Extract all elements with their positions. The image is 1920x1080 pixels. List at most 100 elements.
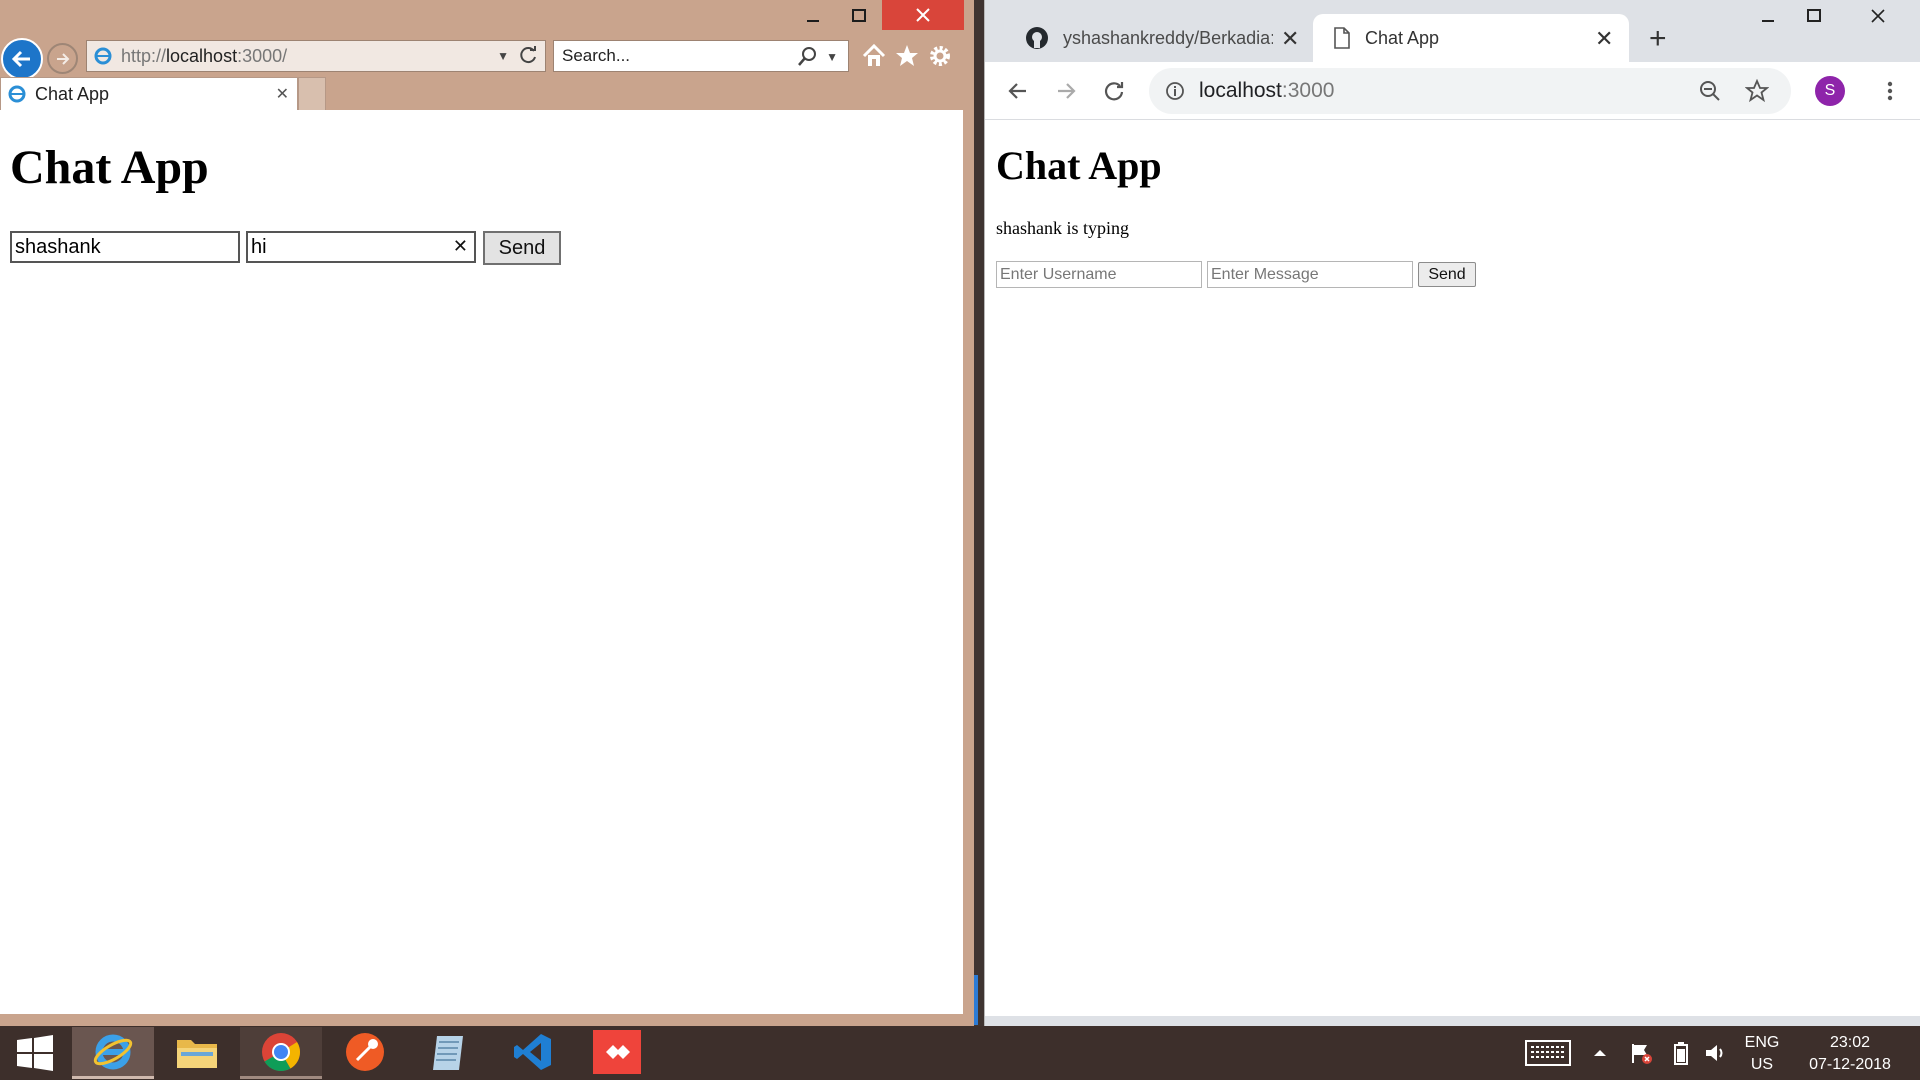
close-icon[interactable]: ✕ xyxy=(1595,26,1613,52)
action-center-button[interactable] xyxy=(1626,1026,1656,1080)
refresh-icon[interactable] xyxy=(517,44,539,66)
chrome-window-border xyxy=(985,1016,1920,1026)
taskbar-chrome[interactable] xyxy=(240,1027,322,1079)
notepad-icon xyxy=(433,1035,463,1070)
taskbar-anydesk[interactable] xyxy=(576,1027,658,1079)
chrome-tab-github[interactable]: yshashankreddy/Berkadia: E xyxy=(1007,14,1289,62)
vscode-icon xyxy=(514,1033,551,1070)
info-icon[interactable] xyxy=(1165,81,1185,101)
language-indicator[interactable]: ENG US xyxy=(1740,1032,1784,1076)
battery-icon xyxy=(1674,1042,1688,1065)
maximize-icon xyxy=(1807,9,1821,22)
message-input[interactable] xyxy=(1207,261,1413,288)
touch-keyboard-button[interactable] xyxy=(1522,1026,1574,1080)
chrome-forward-button[interactable] xyxy=(1051,76,1081,106)
clear-icon[interactable]: ✕ xyxy=(453,236,468,257)
chrome-tab-title: yshashankreddy/Berkadia: E xyxy=(1063,27,1273,48)
chrome-menu-button[interactable] xyxy=(1875,76,1905,106)
taskbar-file-explorer[interactable] xyxy=(156,1027,238,1079)
favorites-button[interactable] xyxy=(893,42,921,70)
ie-window-border xyxy=(0,1014,974,1026)
taskbar-postman[interactable] xyxy=(324,1027,406,1079)
chrome-icon xyxy=(262,1032,301,1071)
chrome-url-text: localhost:3000 xyxy=(1199,79,1335,102)
volume-button[interactable] xyxy=(1700,1026,1730,1080)
page-title: Chat App xyxy=(10,141,209,194)
star-icon xyxy=(896,45,918,66)
github-icon xyxy=(1026,27,1048,49)
chrome-maximize-button[interactable] xyxy=(1791,0,1837,32)
folder-icon xyxy=(177,1039,217,1068)
ie-tab-title: Chat App xyxy=(35,83,110,104)
ie-maximize-button[interactable] xyxy=(836,0,882,32)
new-tab-plus-icon[interactable]: + xyxy=(1649,22,1667,56)
message-input[interactable]: hi ✕ xyxy=(246,231,476,263)
internet-explorer-icon xyxy=(93,1034,133,1069)
star-icon[interactable] xyxy=(1745,79,1769,103)
arrow-left-icon xyxy=(1008,83,1026,99)
close-icon xyxy=(1871,9,1885,23)
chevron-up-icon xyxy=(1594,1050,1606,1056)
keyboard-icon xyxy=(1525,1040,1571,1066)
home-icon xyxy=(862,43,886,66)
ie-new-tab-button[interactable] xyxy=(298,77,326,110)
battery-button[interactable] xyxy=(1666,1026,1696,1080)
taskbar-notepad[interactable] xyxy=(408,1027,490,1079)
ie-back-button[interactable] xyxy=(1,38,43,80)
chrome-toolbar: localhost:3000 S xyxy=(985,62,1920,120)
start-button[interactable] xyxy=(0,1026,70,1080)
close-icon[interactable]: ✕ xyxy=(1281,26,1299,52)
windows-logo-icon xyxy=(17,1035,53,1071)
ie-forward-button[interactable] xyxy=(47,43,78,74)
ie-search-box[interactable]: ▼ xyxy=(553,40,849,72)
chevron-down-icon[interactable]: ▼ xyxy=(826,50,838,64)
arrow-left-icon xyxy=(11,50,30,68)
ie-url-text: http://localhost:3000/ xyxy=(121,45,288,66)
ie-address-bar[interactable]: http://localhost:3000/ ▼ xyxy=(86,40,546,72)
home-button[interactable] xyxy=(860,42,888,70)
clock[interactable]: 23:02 07-12-2018 xyxy=(1790,1032,1910,1076)
ie-tab-chat-app[interactable]: Chat App ✕ xyxy=(0,77,298,110)
ie-window: http://localhost:3000/ ▼ ▼ Chat App ✕ Ch… xyxy=(0,0,974,1026)
username-input[interactable] xyxy=(996,261,1202,288)
chrome-back-button[interactable] xyxy=(1003,76,1033,106)
anydesk-icon xyxy=(593,1029,641,1074)
clock-time: 23:02 xyxy=(1829,1034,1871,1051)
language-code: ENG xyxy=(1744,1034,1780,1051)
settings-button[interactable] xyxy=(926,42,954,70)
show-hidden-icons-button[interactable] xyxy=(1588,1026,1612,1080)
chrome-close-button[interactable] xyxy=(1855,0,1901,32)
chrome-page-content: Chat App shashank is typing Send xyxy=(985,120,1920,1016)
send-button[interactable]: Send xyxy=(1418,262,1476,287)
ie-close-button[interactable] xyxy=(882,0,964,30)
chrome-tab-title: Chat App xyxy=(1365,27,1440,48)
chrome-tab-chat-app[interactable]: Chat App xyxy=(1313,14,1629,62)
desktop-accent xyxy=(974,975,978,1025)
chrome-minimize-button[interactable] xyxy=(1745,0,1791,32)
ie-search-input[interactable] xyxy=(562,46,782,66)
page-title: Chat App xyxy=(996,143,1162,188)
refresh-icon xyxy=(1104,82,1124,101)
search-icon[interactable] xyxy=(796,46,818,68)
zoom-out-icon[interactable] xyxy=(1699,80,1721,102)
ie-logo-icon xyxy=(8,85,26,103)
flag-alert-icon xyxy=(1632,1044,1652,1064)
region-code: US xyxy=(1750,1056,1774,1073)
minimize-icon xyxy=(807,20,819,22)
arrow-right-icon xyxy=(56,52,69,65)
postman-icon xyxy=(346,1032,384,1071)
speaker-icon xyxy=(1706,1045,1723,1061)
username-input[interactable]: shashank xyxy=(10,231,240,263)
taskbar-internet-explorer[interactable] xyxy=(72,1027,154,1079)
taskbar-vscode[interactable] xyxy=(492,1027,574,1079)
more-vertical-icon xyxy=(1887,81,1893,101)
chevron-down-icon[interactable]: ▼ xyxy=(497,49,509,63)
send-button[interactable]: Send xyxy=(483,231,561,265)
close-icon xyxy=(916,8,930,22)
ie-minimize-button[interactable] xyxy=(790,0,836,32)
close-icon[interactable]: ✕ xyxy=(276,84,289,104)
chrome-reload-button[interactable] xyxy=(1099,76,1129,106)
gear-icon xyxy=(930,46,950,66)
chrome-address-bar[interactable]: localhost:3000 xyxy=(1149,68,1791,114)
avatar[interactable]: S xyxy=(1815,76,1845,106)
